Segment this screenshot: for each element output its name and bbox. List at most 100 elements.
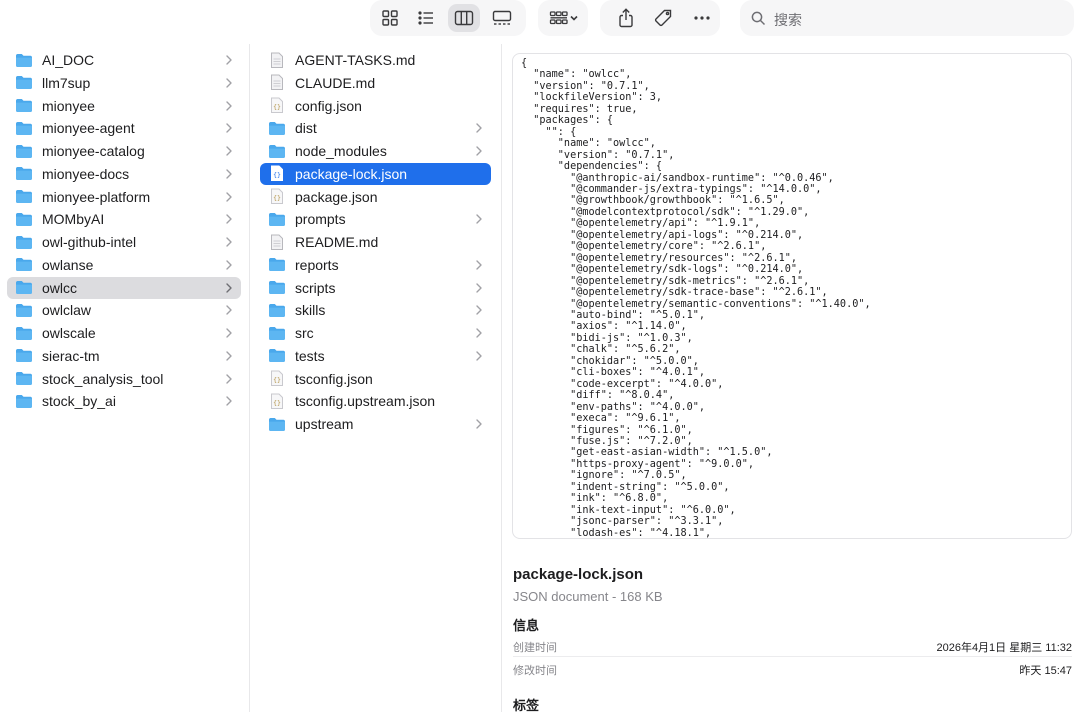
code-line: "requires": true, (521, 103, 638, 115)
item-label: sierac-tm (42, 347, 100, 364)
folder-item[interactable]: upstream (260, 413, 491, 435)
item-label: src (295, 325, 314, 341)
file-item[interactable]: {} package-lock.json (260, 162, 491, 185)
folder-item[interactable]: owlcc (7, 276, 241, 299)
item-label: owlcc (42, 279, 78, 296)
item-label: CLAUDE.md (295, 74, 376, 91)
more-button[interactable] (686, 4, 718, 32)
created-value: 2026年4月1日 星期三 11:32 (936, 642, 1072, 654)
folder-item[interactable]: owlscale (7, 322, 241, 344)
code-line: "get-east-asian-width": "^1.5.0", (521, 447, 773, 459)
parent-folder-column: AI_DOC llm7sup mionyee mionyee-agent mionyee… (0, 48, 249, 712)
search-field[interactable]: 搜索 (740, 0, 1074, 36)
item-label: owlanse (42, 256, 94, 273)
code-line: "code-excerpt": "^4.0.0", (521, 378, 724, 390)
item-label: tests (295, 347, 325, 364)
item-label: node_modules (295, 143, 387, 159)
item-label: scripts (295, 279, 336, 296)
code-line: "@opentelemetry/sdk-metrics": "^2.6.1", (521, 275, 810, 287)
code-line: "fuse.js": "^7.2.0", (521, 435, 693, 447)
tag-button[interactable] (648, 4, 680, 32)
column-view-button[interactable] (448, 4, 480, 32)
folder-item[interactable]: mionyee-agent (7, 117, 241, 139)
folder-icon (15, 370, 33, 388)
folder-icon (268, 301, 286, 319)
chevron-right-icon (225, 394, 233, 408)
folder-item[interactable]: mionyee-platform (7, 186, 241, 208)
item-label: tsconfig.upstream.json (295, 393, 436, 410)
code-line: "https-proxy-agent": "^9.0.0", (521, 458, 755, 470)
folder-item[interactable]: node_modules (260, 140, 491, 162)
folder-icon (15, 392, 33, 410)
folder-item[interactable]: mionyee-docs (7, 163, 241, 185)
folder-icon (15, 233, 33, 251)
folder-item[interactable]: skills (260, 299, 491, 321)
chevron-right-icon (225, 190, 233, 204)
chevron-right-icon (475, 212, 483, 226)
item-label: reports (295, 256, 339, 273)
folder-item[interactable]: llm7sup (7, 72, 241, 94)
code-line: "figures": "^6.1.0", (521, 424, 693, 436)
folder-item[interactable]: prompts (260, 208, 491, 230)
file-item[interactable]: README.md (260, 231, 491, 253)
actions-group (600, 0, 720, 36)
file-preview[interactable]: { "name": "owlcc", "version": "0.7.1", "… (512, 53, 1072, 539)
search-placeholder[interactable]: 搜索 (774, 10, 802, 30)
folder-item[interactable]: reports (260, 254, 491, 276)
gallery-view-button[interactable] (486, 4, 518, 32)
file-item[interactable]: {} tsconfig.json (260, 368, 491, 390)
folder-item[interactable]: stock_by_ai (7, 390, 241, 412)
code-line: "@opentelemetry/sdk-logs": "^0.214.0", (521, 264, 804, 276)
folder-item[interactable]: owl-github-intel (7, 231, 241, 253)
item-label: mionyee (42, 97, 95, 114)
file-item[interactable]: {} package.json (260, 186, 491, 208)
folder-item[interactable]: owlanse (7, 254, 241, 276)
file-item[interactable]: {} tsconfig.upstream.json (260, 390, 491, 412)
folder-item[interactable]: mionyee-catalog (7, 140, 241, 162)
folder-icon (15, 188, 33, 206)
file-item[interactable]: CLAUDE.md (260, 72, 491, 94)
group-button[interactable] (544, 4, 584, 32)
folder-item[interactable]: dist (260, 117, 491, 139)
info-divider (513, 656, 1072, 657)
file-name: package-lock.json (513, 566, 644, 583)
folder-icon (15, 165, 33, 183)
file-item[interactable]: {} config.json (260, 95, 491, 117)
folder-item[interactable]: MOMbyAI (7, 208, 241, 230)
folder-item[interactable]: owlclaw (7, 299, 241, 321)
chevron-right-icon (225, 281, 233, 295)
item-label: stock_by_ai (42, 393, 116, 410)
svg-text:{}: {} (273, 194, 281, 202)
group-by-menu[interactable] (538, 0, 588, 36)
code-line: "@commander-js/extra-typings": "^14.0.0"… (521, 183, 822, 195)
json-file-icon: {} (268, 370, 286, 388)
code-line: "lodash-es": "^4.18.1", (521, 527, 712, 539)
item-label: README.md (295, 234, 379, 250)
folder-icon (15, 279, 33, 297)
list-view-button[interactable] (410, 4, 442, 32)
folder-item[interactable]: src (260, 322, 491, 344)
folder-item[interactable]: stock_analysis_tool (7, 368, 241, 390)
share-button[interactable] (610, 4, 642, 32)
code-line: "env-paths": "^4.0.0", (521, 401, 706, 413)
code-line: "@opentelemetry/sdk-trace-base": "^2.6.1… (521, 287, 828, 299)
folder-item[interactable]: scripts (260, 277, 491, 299)
folder-icon (15, 210, 33, 228)
info-heading: 信息 (513, 618, 540, 633)
chevron-right-icon (225, 326, 233, 340)
folder-item[interactable]: sierac-tm (7, 345, 241, 367)
modified-value: 昨天 15:47 (1019, 665, 1072, 677)
folder-item[interactable]: mionyee (7, 95, 241, 117)
folder-icon (268, 347, 286, 365)
document-icon (268, 74, 286, 92)
code-line: "diff": "^8.0.4", (521, 390, 675, 402)
file-item[interactable]: AGENT-TASKS.md (260, 49, 491, 71)
json-file-icon: {} (268, 392, 286, 410)
folder-icon (15, 51, 33, 69)
item-label: mionyee-docs (42, 165, 130, 182)
folder-item[interactable]: AI_DOC (7, 49, 241, 71)
folder-item[interactable]: tests (260, 345, 491, 367)
icon-view-button[interactable] (374, 4, 406, 32)
code-line: "jsonc-parser": "^3.3.1", (521, 516, 724, 528)
code-line: "axios": "^1.14.0", (521, 321, 687, 333)
